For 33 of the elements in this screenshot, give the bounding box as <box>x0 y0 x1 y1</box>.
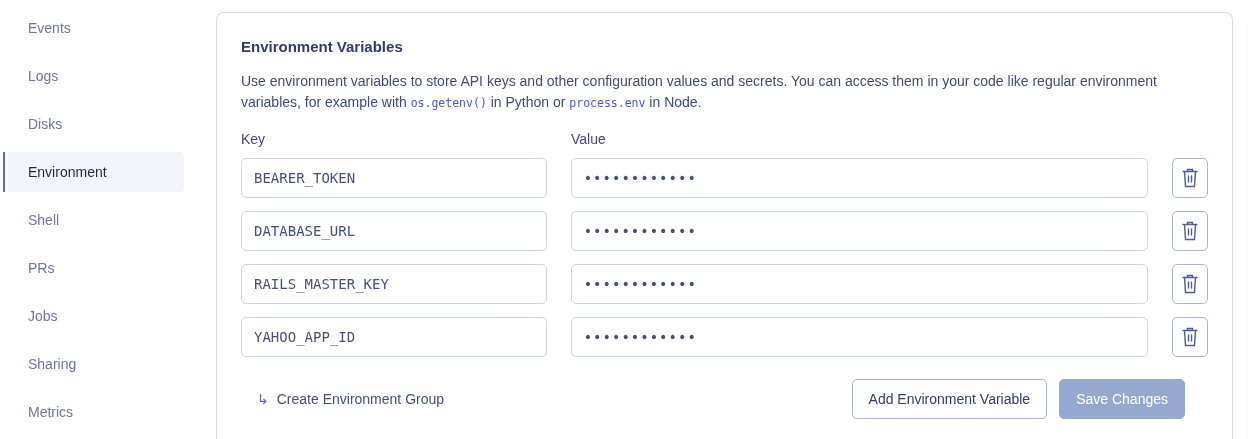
key-input[interactable]: DATABASE_URL <box>241 211 547 251</box>
delete-button[interactable] <box>1172 211 1208 251</box>
value-label: Value <box>571 131 606 149</box>
create-group-link[interactable]: ↳ Create Environment Group <box>241 391 445 407</box>
value-input[interactable]: •••••••••••• <box>570 264 1149 304</box>
sidebar-item[interactable]: Sharing <box>3 344 184 384</box>
section-title: Environment Variables <box>241 38 404 55</box>
delete-button[interactable] <box>1172 158 1208 198</box>
return-arrow-icon: ↳ <box>257 391 269 407</box>
sidebar-item[interactable]: Shell <box>3 200 184 240</box>
description-text: Use environment variables to store API keys and other configuration values and secrets. You can access them in your code like regular environment variables, for example with os.getenv() in Python or process.env in Node. <box>241 72 1158 112</box>
delete-button[interactable] <box>1172 317 1208 357</box>
trash-icon <box>1182 168 1198 188</box>
key-label: Key <box>241 131 267 149</box>
sidebar-item[interactable]: Events <box>3 8 184 48</box>
delete-button[interactable] <box>1172 264 1208 304</box>
sidebar-item[interactable]: Environment <box>3 152 184 192</box>
value-input[interactable]: •••••••••••• <box>570 317 1149 357</box>
key-input[interactable]: YAHOO_APP_ID <box>241 317 547 357</box>
value-input[interactable]: •••••••••••• <box>570 211 1149 251</box>
trash-icon <box>1182 327 1198 347</box>
add-variable-button[interactable]: Add Environment Variable <box>851 379 1048 419</box>
link-label: Create Environment Group <box>276 391 445 407</box>
trash-icon <box>1182 274 1198 294</box>
sidebar-item[interactable]: PRs <box>3 248 184 288</box>
sidebar-item[interactable]: Logs <box>3 56 184 96</box>
trash-icon <box>1182 221 1198 241</box>
sidebar-item[interactable]: Metrics <box>3 392 184 432</box>
key-input[interactable]: RAILS_MASTER_KEY <box>241 264 547 304</box>
sidebar-item[interactable]: Disks <box>3 104 184 144</box>
value-input[interactable]: •••••••••••• <box>570 158 1149 198</box>
key-input[interactable]: BEARER_TOKEN <box>241 158 547 198</box>
sidebar-item[interactable]: Jobs <box>3 296 184 336</box>
